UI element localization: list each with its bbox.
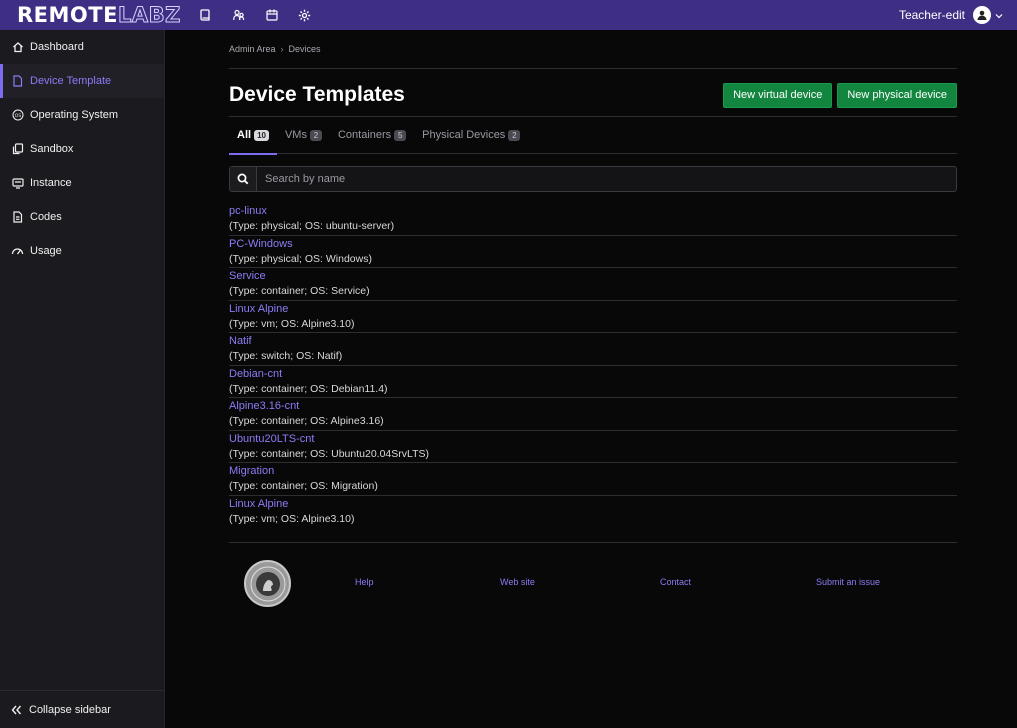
page-title: Device Templates xyxy=(229,83,405,106)
search-icon xyxy=(237,173,249,185)
device-link[interactable]: Natif xyxy=(229,335,957,348)
sidebar-item-sandbox[interactable]: Sandbox xyxy=(0,132,164,166)
sidebar-item-device-template[interactable]: Device Template xyxy=(0,64,164,98)
list-item: Linux Alpine (Type: vm; OS: Alpine3.10) xyxy=(229,301,957,333)
device-description: (Type: vm; OS: Alpine3.10) xyxy=(229,512,355,525)
count-badge: 2 xyxy=(508,129,521,141)
count-badge: 2 xyxy=(309,129,322,141)
list-item: Ubuntu20LTS-cnt (Type: container; OS: Ub… xyxy=(229,431,957,463)
list-item: Service (Type: container; OS: Service) xyxy=(229,268,957,301)
sidebar: Dashboard Device Template OS Operating S… xyxy=(0,30,165,728)
calendar-icon[interactable] xyxy=(263,6,281,24)
search-bar xyxy=(229,166,957,192)
breadcrumb: Admin Area › Devices xyxy=(229,44,957,54)
footer-link-contact[interactable]: Contact xyxy=(660,577,691,587)
sidebar-item-label: Operating System xyxy=(30,109,119,121)
institution-seal-logo xyxy=(244,560,291,607)
sidebar-item-label: Instance xyxy=(30,177,72,189)
footer-link-help[interactable]: Help xyxy=(355,577,374,587)
footer: Help Web site Contact Submit an issue xyxy=(229,543,957,623)
collapse-sidebar-button[interactable]: Collapse sidebar xyxy=(0,690,164,728)
footer-link-submit-issue[interactable]: Submit an issue xyxy=(816,577,880,587)
search-button[interactable] xyxy=(230,167,257,191)
device-link[interactable]: PC-Windows xyxy=(229,238,957,251)
gear-icon[interactable] xyxy=(296,6,314,24)
sidebar-item-label: Device Template xyxy=(30,75,112,87)
sidebar-item-codes[interactable]: Codes xyxy=(0,200,164,234)
chevron-down-icon xyxy=(995,8,1003,22)
list-item: Debian-cnt (Type: container; OS: Debian1… xyxy=(229,366,957,398)
list-item: Migration (Type: container; OS: Migratio… xyxy=(229,463,957,496)
svg-text:OS: OS xyxy=(14,113,21,119)
device-link[interactable]: Ubuntu20LTS-cnt xyxy=(229,433,957,446)
top-navbar: REMOTE LABZ Teacher-edit xyxy=(0,0,1017,30)
sidebar-item-instance[interactable]: Instance xyxy=(0,166,164,200)
book-icon[interactable] xyxy=(197,6,215,24)
copy-icon xyxy=(11,143,24,156)
device-link[interactable]: Debian-cnt xyxy=(229,368,957,381)
device-link[interactable]: Linux Alpine xyxy=(229,303,957,316)
device-link[interactable]: Service xyxy=(229,270,957,283)
document-icon xyxy=(11,211,24,224)
device-description: (Type: container; OS: Debian11.4) xyxy=(229,382,388,395)
list-item: Linux Alpine (Type: vm; OS: Alpine3.10) xyxy=(229,496,957,529)
device-description: (Type: container; OS: Alpine3.16) xyxy=(229,415,384,427)
breadcrumb-admin-area[interactable]: Admin Area xyxy=(229,44,276,54)
device-description: (Type: container; OS: Migration) xyxy=(229,480,378,492)
users-icon[interactable] xyxy=(230,6,248,24)
double-chevron-left-icon xyxy=(11,705,22,715)
file-icon xyxy=(11,75,24,88)
device-link[interactable]: pc-linux xyxy=(229,205,957,218)
new-virtual-device-button[interactable]: New virtual device xyxy=(723,82,833,108)
monitor-icon xyxy=(11,177,24,190)
tab-vms[interactable]: VMs 2 xyxy=(277,117,330,154)
tab-physical-devices[interactable]: Physical Devices 2 xyxy=(414,117,528,154)
footer-link-website[interactable]: Web site xyxy=(500,577,535,587)
sidebar-item-operating-system[interactable]: OS Operating System xyxy=(0,98,164,132)
tab-containers[interactable]: Containers 5 xyxy=(330,117,414,154)
device-list: pc-linux (Type: physical; OS: ubuntu-ser… xyxy=(229,203,957,528)
divider xyxy=(229,68,957,69)
sidebar-item-label: Dashboard xyxy=(30,41,84,53)
new-physical-device-button[interactable]: New physical device xyxy=(837,82,957,108)
device-tabs: All 10 VMs 2 Containers 5 Physical Devic… xyxy=(229,117,957,155)
username-label: Teacher-edit xyxy=(898,8,965,22)
device-link[interactable]: Migration xyxy=(229,465,957,478)
list-item: Alpine3.16-cnt (Type: container; OS: Alp… xyxy=(229,398,957,431)
sidebar-item-label: Sandbox xyxy=(30,143,74,155)
user-menu[interactable]: Teacher-edit xyxy=(899,0,1003,30)
device-description: (Type: vm; OS: Alpine3.10) xyxy=(229,317,355,330)
list-item: Natif (Type: switch; OS: Natif) xyxy=(229,333,957,366)
tab-all[interactable]: All 10 xyxy=(229,117,277,155)
list-item: pc-linux (Type: physical; OS: ubuntu-ser… xyxy=(229,203,957,236)
avatar-icon xyxy=(973,6,991,24)
title-row: Device Templates New virtual device New … xyxy=(229,74,957,116)
sidebar-item-dashboard[interactable]: Dashboard xyxy=(0,30,164,64)
count-badge: 10 xyxy=(254,129,269,141)
os-icon: OS xyxy=(11,109,24,122)
collapse-sidebar-label: Collapse sidebar xyxy=(29,703,111,716)
sidebar-item-usage[interactable]: Usage xyxy=(0,234,164,268)
device-description: (Type: physical; OS: Windows) xyxy=(229,252,372,265)
device-link[interactable]: Alpine3.16-cnt xyxy=(229,400,957,413)
device-description: (Type: container; OS: Ubuntu20.04SrvLTS) xyxy=(229,447,429,460)
breadcrumb-separator: › xyxy=(280,44,284,54)
device-description: (Type: switch; OS: Natif) xyxy=(229,350,343,362)
device-description: (Type: physical; OS: ubuntu-server) xyxy=(229,220,395,232)
device-description: (Type: container; OS: Service) xyxy=(229,285,370,297)
gauge-icon xyxy=(11,245,24,258)
main-content: Admin Area › Devices Device Templates Ne… xyxy=(229,30,957,623)
count-badge: 5 xyxy=(394,129,407,141)
sidebar-item-label: Usage xyxy=(30,245,62,257)
list-item: PC-Windows (Type: physical; OS: Windows) xyxy=(229,236,957,268)
search-input[interactable] xyxy=(257,167,956,191)
brand-logo[interactable]: REMOTE LABZ xyxy=(17,0,181,30)
breadcrumb-current: Devices xyxy=(288,44,321,54)
home-icon xyxy=(11,41,24,54)
device-link[interactable]: Linux Alpine xyxy=(229,498,957,511)
sidebar-item-label: Codes xyxy=(30,211,62,223)
